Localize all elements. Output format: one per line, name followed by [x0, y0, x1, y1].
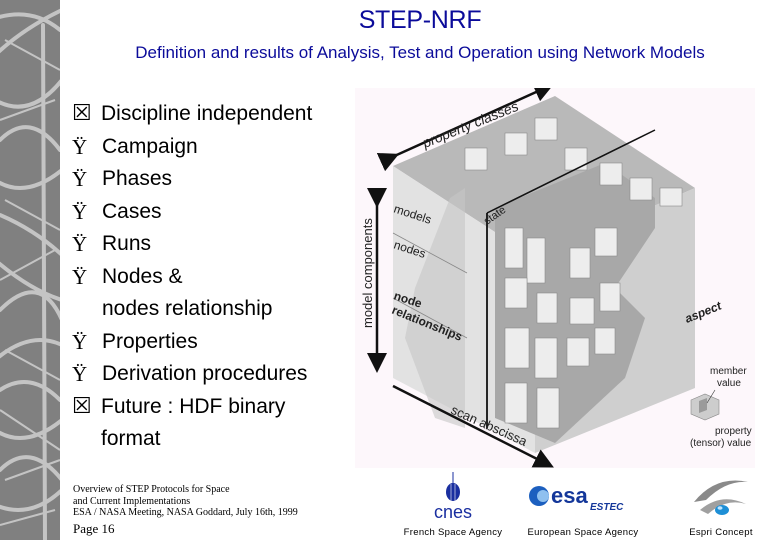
legend-member: member: [710, 366, 747, 377]
espri-eye-logo-icon: [694, 480, 748, 515]
slide-title: STEP-NRF: [358, 6, 482, 34]
legend-property: property: [715, 426, 752, 437]
decorative-side-strip: [0, 0, 60, 540]
bullet-item: ☒ Future : HDF binary format: [72, 391, 362, 456]
espri-logo-block: Espri Concept: [676, 470, 766, 538]
bullet-text: Cases: [102, 199, 162, 223]
cnes-logo-icon: cnes: [434, 472, 472, 522]
footer-line-2: and Current Implementations: [73, 495, 191, 507]
espri-caption: Espri Concept: [689, 527, 753, 538]
bullet-text: Derivation procedures: [102, 362, 308, 385]
footer-citation: Overview of STEP Protocols for Space and…: [73, 484, 373, 519]
bullet-text: Discipline independent: [101, 102, 313, 125]
bullet-text: Nodes & nodes relationship: [102, 264, 273, 321]
bullet-item: Ÿ Nodes & nodes relationship: [72, 261, 362, 326]
footer-line-3: ESA / NASA Meeting, NASA Goddard, July 1…: [73, 507, 298, 518]
bullet-item: Ÿ Cases: [72, 196, 362, 229]
y-bullet-icon: Ÿ: [72, 329, 88, 354]
bullet-text: Phases: [102, 167, 173, 190]
cnes-wordmark: cnes: [434, 502, 472, 522]
bullet-item: Ÿ Properties: [72, 326, 362, 359]
cnes-caption: French Space Agency: [403, 527, 503, 538]
bullet-list: ☒ Discipline independent Ÿ Campaign Ÿ Ph…: [72, 98, 362, 456]
esa-wordmark: esa: [551, 483, 588, 508]
swirl-pattern-icon: [0, 8, 60, 540]
footer-line-1: Overview of STEP Protocols for Space: [73, 484, 230, 495]
legend-value: value: [717, 378, 741, 389]
esa-logo-block: esa ESTEC European Space Agency: [523, 470, 643, 538]
bullet-item: Ÿ Runs: [72, 228, 362, 261]
box-bullet-icon: ☒: [72, 101, 92, 126]
bullet-text: Campaign: [102, 134, 198, 158]
esa-logo-icon: esa ESTEC: [529, 483, 624, 513]
bullet-item: Ÿ Campaign: [72, 131, 362, 164]
legend-tensor-value: (tensor) value: [690, 438, 752, 449]
y-bullet-icon: Ÿ: [72, 362, 88, 386]
y-bullet-icon: Ÿ: [72, 264, 88, 289]
y-bullet-icon: Ÿ: [72, 199, 88, 224]
bullet-text: Properties: [102, 329, 198, 353]
bullet-item: Ÿ Derivation procedures: [72, 358, 362, 391]
esa-caption: European Space Agency: [527, 527, 639, 538]
legend-cube-icon: [690, 389, 720, 421]
y-bullet-icon: Ÿ: [72, 167, 88, 191]
bullet-text: Future : HDF binary format: [101, 394, 286, 451]
data-cube-diagram: property classes model components scan a…: [355, 83, 755, 468]
y-bullet-icon: Ÿ: [72, 232, 88, 256]
y-bullet-icon: Ÿ: [72, 134, 88, 159]
estec-wordmark: ESTEC: [590, 502, 624, 513]
slide-subtitle: Definition and results of Analysis, Test…: [135, 43, 705, 62]
box-bullet-icon: ☒: [72, 393, 92, 419]
bullet-text: Runs: [102, 232, 152, 255]
bullet-item: Ÿ Phases: [72, 163, 362, 196]
cnes-logo-block: cnes French Space Agency: [398, 470, 508, 538]
bullet-item: ☒ Discipline independent: [72, 98, 362, 131]
page-number: Page 16: [73, 521, 115, 536]
axis-label-model-components: model components: [360, 218, 375, 328]
